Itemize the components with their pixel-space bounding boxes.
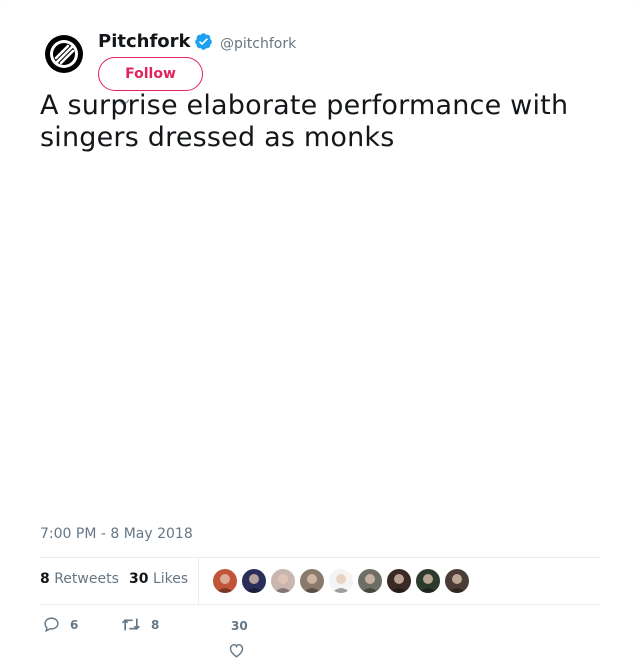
- reply-icon: [44, 617, 59, 633]
- liker-avatar-8[interactable]: [415, 568, 441, 594]
- retweets-count: 8: [40, 571, 50, 587]
- tweet-card: Pitchfork @pitchfork Follow A surprise e…: [0, 0, 640, 666]
- verified-badge-icon: [195, 33, 212, 50]
- tweet-stats: 8 Retweets 30 Likes: [40, 558, 600, 604]
- liker-avatar-3[interactable]: [270, 568, 296, 594]
- author-name[interactable]: Pitchfork: [98, 31, 191, 52]
- liker-avatar-4[interactable]: [299, 568, 325, 594]
- liker-avatar-6[interactable]: [357, 568, 383, 594]
- liker-avatar-7[interactable]: [386, 568, 412, 594]
- liker-avatar-5[interactable]: [328, 568, 354, 594]
- tweet-timestamp[interactable]: 7:00 PM - 8 May 2018: [40, 526, 193, 542]
- likes-count: 30: [129, 571, 149, 587]
- tweet-text-line-1: A surprise elaborate performance with: [40, 90, 569, 121]
- likes-stat[interactable]: 30 Likes: [129, 571, 188, 587]
- reply-count: 6: [70, 617, 79, 632]
- pitchfork-logo-icon: [45, 35, 83, 73]
- stats-bottom-divider: [40, 604, 600, 605]
- liker-avatar-1[interactable]: [212, 568, 238, 594]
- like-count: 30: [231, 619, 248, 633]
- follow-button[interactable]: Follow: [98, 57, 203, 91]
- liker-avatar-2[interactable]: [241, 568, 267, 594]
- retweets-label: Retweets: [54, 571, 119, 587]
- tweet-text: A surprise elaborate performance with si…: [40, 90, 600, 154]
- reply-button[interactable]: 6: [43, 616, 78, 633]
- retweet-count: 8: [151, 617, 160, 632]
- heart-icon[interactable]: [228, 642, 245, 658]
- retweets-stat[interactable]: 8 Retweets: [40, 571, 119, 587]
- retweet-button[interactable]: 8: [121, 616, 159, 633]
- stats-separator: [198, 558, 199, 604]
- retweet-icon: [122, 618, 140, 631]
- liker-avatar-9[interactable]: [444, 568, 470, 594]
- tweet-text-line-2: singers dressed as monks: [40, 122, 395, 153]
- likes-label: Likes: [152, 571, 189, 587]
- author-handle[interactable]: @pitchfork: [220, 36, 296, 52]
- author-avatar[interactable]: [44, 34, 84, 74]
